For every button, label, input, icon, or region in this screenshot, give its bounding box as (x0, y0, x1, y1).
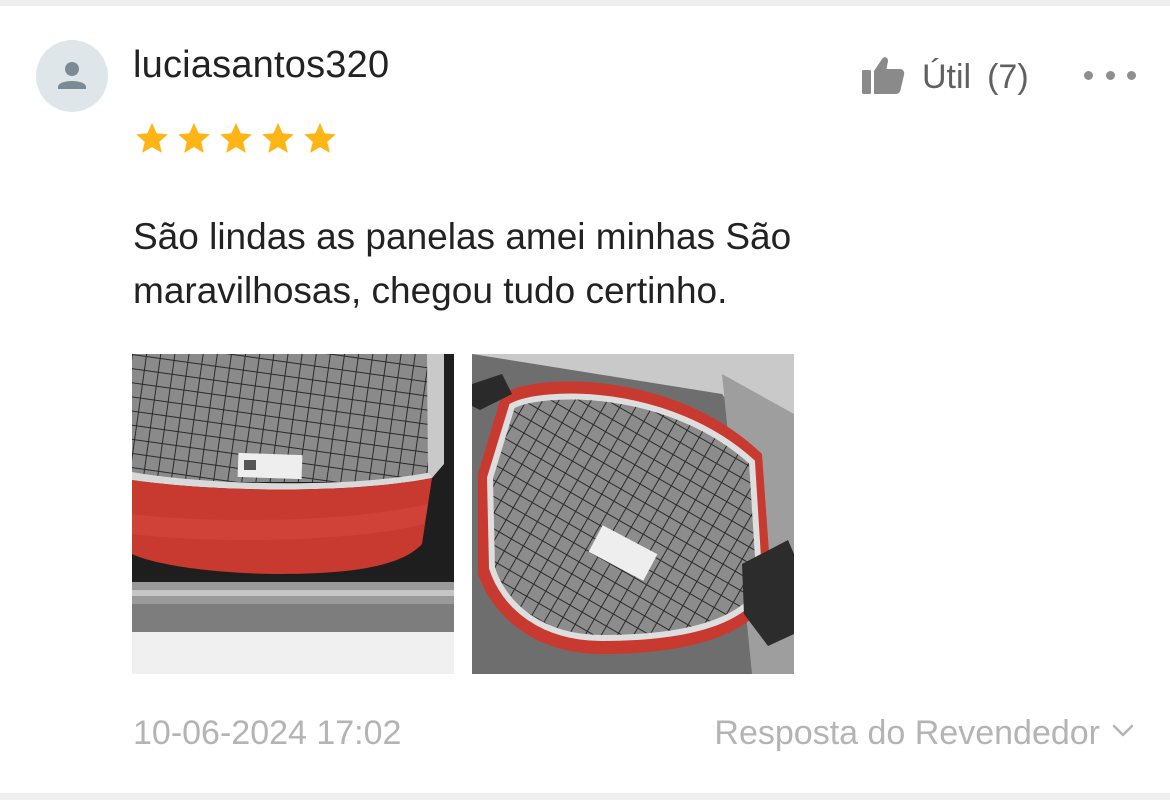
star-icon (259, 120, 297, 158)
review-photo-1[interactable] (132, 354, 454, 674)
star-icon (175, 120, 213, 158)
seller-reply-label: Resposta do Revendedor (714, 714, 1100, 752)
helpful-count: (7) (987, 57, 1029, 96)
top-divider (0, 0, 1170, 6)
more-options-button[interactable] (1084, 60, 1136, 90)
star-icon (133, 120, 171, 158)
review-text: São lindas as panelas amei minhas São ma… (133, 216, 792, 311)
star-rating (133, 120, 339, 158)
bottom-divider (0, 793, 1170, 800)
reviewer-username[interactable]: luciasantos320 (133, 44, 389, 87)
star-icon (217, 120, 255, 158)
thumbs-up-icon (860, 54, 906, 101)
avatar[interactable] (36, 40, 108, 112)
review-timestamp: 10-06-2024 17:02 (133, 714, 402, 752)
more-dots-icon (1084, 70, 1093, 80)
more-dots-icon (1105, 70, 1115, 80)
chevron-down-icon (1112, 724, 1134, 743)
more-dots-icon (1127, 70, 1136, 80)
helpful-button[interactable]: Útil (7) (860, 52, 1029, 102)
helpful-label: Útil (922, 57, 972, 96)
seller-reply-toggle[interactable]: Resposta do Revendedor (714, 714, 1134, 753)
review-photo-2[interactable] (472, 354, 794, 674)
person-icon (58, 62, 86, 89)
star-icon (301, 120, 339, 158)
